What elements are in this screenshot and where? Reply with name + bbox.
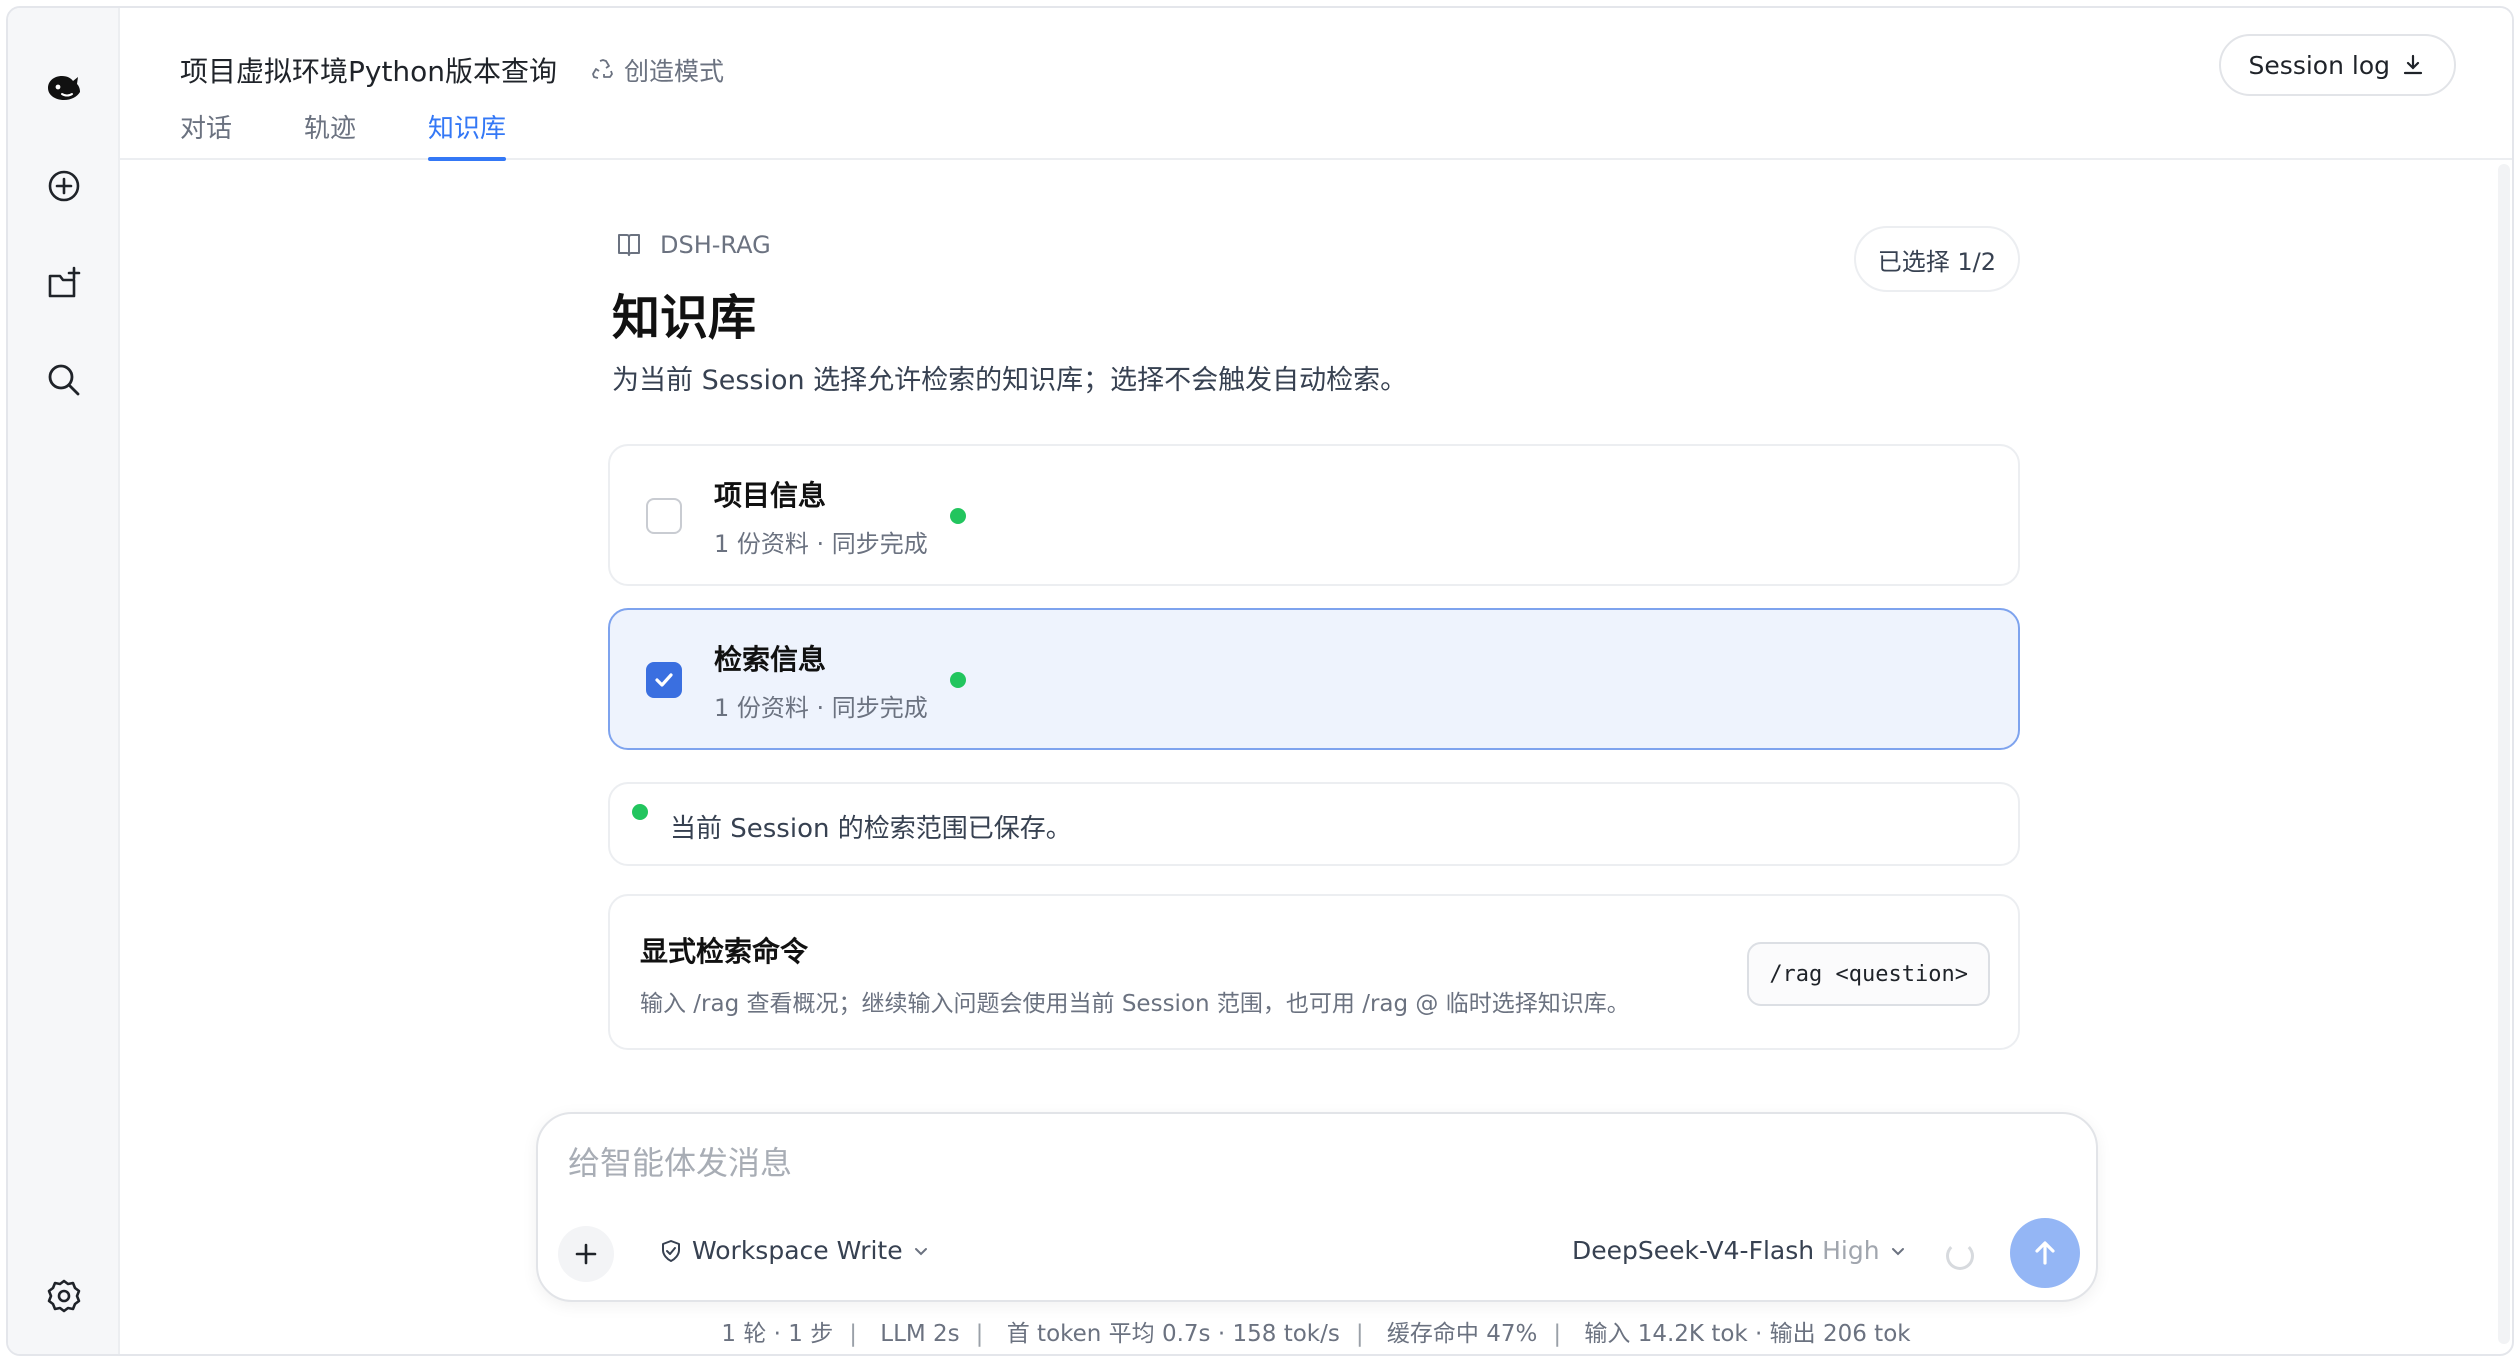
kb-meta: 1 份资料 · 同步完成 [714, 694, 928, 722]
stat-first-token: 首 token 平均 0.7s · 158 tok/s [1006, 1321, 1340, 1347]
knowledge-title: 知识库 [612, 290, 757, 346]
stat-cache: 缓存命中 47% [1386, 1321, 1538, 1347]
shield-icon [662, 1239, 680, 1262]
loading-spinner-icon [1946, 1242, 1974, 1270]
kb-meta: 1 份资料 · 同步完成 [714, 530, 928, 558]
command-description: 输入 /rag 查看概况；继续输入问题会使用当前 Session 范围，也可用 … [640, 991, 1630, 1017]
usage-stats: 1 轮 · 1 步 | LLM 2s | 首 token 平均 0.7s · 158… [721, 1321, 1911, 1347]
stat-llm: LLM 2s [880, 1321, 960, 1347]
plus-icon [575, 1243, 597, 1265]
kb-item-project-info[interactable]: 项目信息 1 份资料 · 同步完成 [608, 444, 2020, 586]
command-code[interactable]: /rag <question> [1747, 942, 1990, 1006]
kb-checkbox[interactable] [646, 498, 682, 534]
kb-item-search-info[interactable]: 检索信息 1 份资料 · 同步完成 [608, 608, 2020, 750]
permission-selector[interactable]: Workspace Write [658, 1236, 931, 1265]
search-icon[interactable] [38, 354, 90, 406]
download-icon [2403, 54, 2423, 75]
app-window: 项目虚拟环境Python版本查询 创造模式 对话 轨迹 知识库 Session … [6, 6, 2514, 1356]
stat-io: 输入 14.2K tok · 输出 206 tok [1584, 1321, 1911, 1347]
recycle-icon [592, 59, 613, 79]
send-button[interactable] [2010, 1218, 2080, 1288]
notice-text: 当前 Session 的检索范围已保存。 [670, 814, 1072, 844]
stat-turns: 1 轮 · 1 步 [721, 1321, 834, 1347]
status-dot [950, 508, 966, 524]
command-title: 显式检索命令 [640, 935, 809, 968]
kb-name: 项目信息 [714, 479, 827, 512]
chevron-down-icon [914, 1247, 927, 1255]
header: 项目虚拟环境Python版本查询 创造模式 对话 轨迹 知识库 Session … [120, 8, 2512, 161]
plus-circle-icon[interactable] [38, 160, 90, 212]
status-dot [950, 672, 966, 688]
kb-name: 检索信息 [714, 643, 827, 676]
whale-logo-icon[interactable] [38, 62, 90, 114]
arrow-up-icon [2035, 1241, 2055, 1265]
tab-trace[interactable]: 轨迹 [304, 108, 356, 159]
selected-count-badge: 已选择 1/2 [1853, 226, 2020, 292]
tab-chat[interactable]: 对话 [180, 108, 232, 159]
chevron-down-icon [1891, 1247, 1904, 1255]
mode-indicator[interactable]: 创造模式 [590, 52, 724, 88]
model-name: DeepSeek-V4-Flash [1572, 1236, 1815, 1265]
permission-label: Workspace Write [692, 1236, 903, 1265]
knowledge-description: 为当前 Session 选择允许检索的知识库；选择不会触发自动检索。 [612, 365, 1408, 396]
checkmark-icon [655, 673, 673, 687]
book-icon [618, 234, 640, 256]
message-input[interactable] [568, 1144, 1668, 1182]
page-title: 项目虚拟环境Python版本查询 [180, 55, 558, 88]
message-composer: Workspace Write DeepSeek-V4-Flash High [536, 1112, 2098, 1302]
scrollbar[interactable] [2498, 164, 2510, 1344]
session-log-label: Session log [2248, 50, 2390, 80]
mode-label: 创造模式 [624, 57, 725, 86]
tab-bar: 对话 轨迹 知识库 [180, 108, 507, 161]
save-notice: 当前 Session 的检索范围已保存。 [608, 782, 2020, 866]
tab-knowledge[interactable]: 知识库 [428, 108, 507, 161]
attach-button[interactable] [558, 1226, 614, 1282]
model-effort: High [1822, 1236, 1880, 1265]
breadcrumb: DSH-RAG [614, 230, 771, 260]
sidebar [8, 8, 120, 1354]
folder-plus-icon[interactable] [38, 258, 90, 310]
session-log-button[interactable]: Session log [2218, 34, 2456, 96]
status-dot [632, 804, 648, 820]
model-selector[interactable]: DeepSeek-V4-Flash High [1572, 1236, 1908, 1265]
breadcrumb-label: DSH-RAG [660, 231, 771, 259]
kb-checkbox[interactable] [646, 662, 682, 698]
command-card: 显式检索命令 输入 /rag 查看概况；继续输入问题会使用当前 Session … [608, 894, 2020, 1050]
